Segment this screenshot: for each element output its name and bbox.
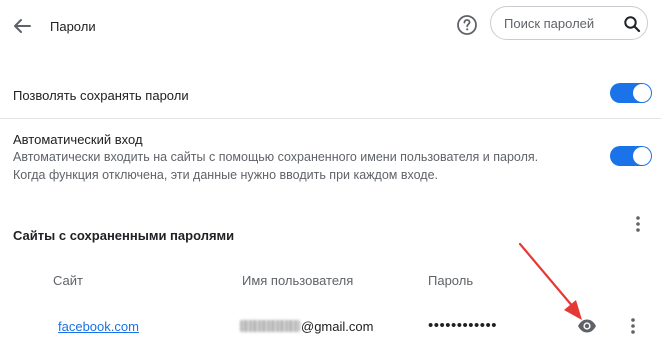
toggle-knob bbox=[633, 147, 651, 165]
saved-passwords-title: Сайты с сохраненными паролями bbox=[13, 228, 235, 243]
offer-save-toggle[interactable] bbox=[610, 83, 652, 103]
auto-signin-label: Автоматический вход bbox=[13, 132, 143, 147]
page-title: Пароли bbox=[50, 19, 96, 34]
column-header-password: Пароль bbox=[428, 273, 474, 288]
password-mask: •••••••••••• bbox=[428, 317, 498, 334]
column-header-site: Сайт bbox=[53, 273, 83, 288]
username-domain: @gmail.com bbox=[301, 319, 374, 334]
search-icon[interactable] bbox=[623, 15, 641, 33]
blurred-username bbox=[240, 320, 300, 332]
back-arrow-icon[interactable] bbox=[8, 12, 36, 40]
divider bbox=[0, 118, 661, 119]
search-input[interactable] bbox=[504, 15, 616, 31]
auto-signin-toggle[interactable] bbox=[610, 146, 652, 166]
help-icon[interactable] bbox=[456, 14, 478, 36]
site-link[interactable]: facebook.com bbox=[58, 319, 139, 334]
column-header-username: Имя пользователя bbox=[242, 273, 354, 288]
auto-signin-desc-line2: Когда функция отключена, эти данные нужн… bbox=[13, 168, 438, 182]
annotation-arrow bbox=[510, 236, 600, 328]
search-box bbox=[490, 6, 648, 40]
offer-save-label: Позволять сохранять пароли bbox=[13, 88, 189, 103]
username-cell: @gmail.com bbox=[240, 319, 373, 334]
toggle-knob bbox=[633, 84, 651, 102]
auto-signin-desc-line1: Автоматически входить на сайты с помощью… bbox=[13, 150, 539, 164]
row-more-vert-icon[interactable] bbox=[625, 317, 641, 337]
more-vert-icon[interactable] bbox=[630, 214, 646, 234]
